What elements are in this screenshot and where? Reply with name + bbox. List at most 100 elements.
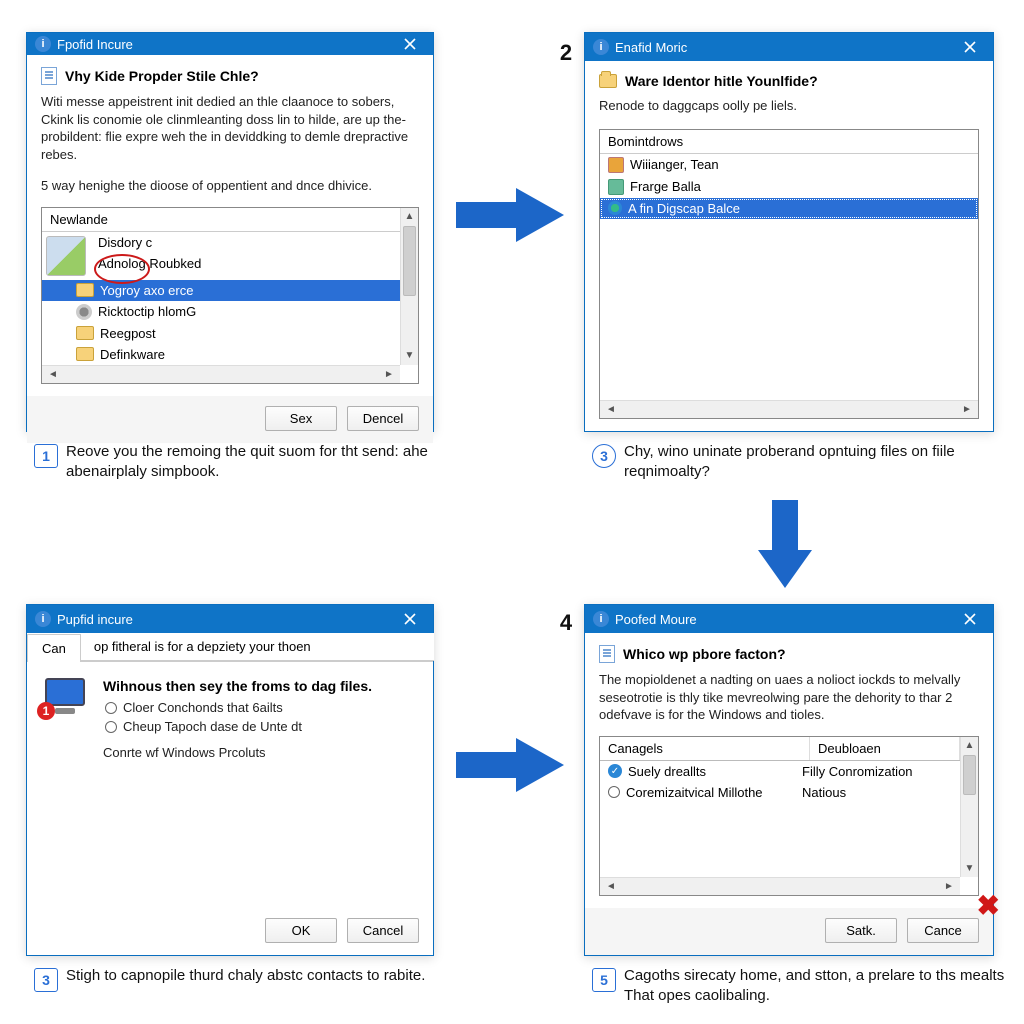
list-item-selected[interactable]: A fin Digscap Balce: [600, 198, 978, 219]
list-header: Bomintdrows: [600, 130, 978, 154]
dialog-3-titlebar: i Pupfid incure: [27, 605, 433, 633]
cancel-button[interactable]: Cance: [907, 918, 979, 943]
step-badge-1: 1: [34, 444, 58, 468]
list-item[interactable]: Definkware: [42, 344, 400, 365]
table-row[interactable]: ✓Suely dreallts Filly Conromization: [600, 761, 960, 782]
page-icon: [41, 67, 57, 85]
close-icon[interactable]: [953, 36, 987, 58]
radio-option-1[interactable]: Cloer Conchonds that 6ailts: [105, 700, 419, 715]
vertical-scrollbar[interactable]: ▲ ▼: [960, 737, 978, 877]
folder-icon: [599, 74, 617, 88]
scroll-right-icon[interactable]: ►: [382, 369, 396, 380]
scroll-down-icon[interactable]: ▼: [961, 859, 978, 877]
page-icon: [599, 645, 615, 663]
step-badge-5: 5: [592, 968, 616, 992]
scroll-up-icon[interactable]: ▲: [401, 208, 418, 226]
dialog-3: i Pupfid incure Can op fitheral is for a…: [26, 604, 434, 956]
dialog-1: i Fpofid Incure Vhy Kide Propder Stile C…: [26, 32, 434, 432]
step-badge-3b: 3: [34, 968, 58, 992]
dialog-2-titlebar: i Enafid Moric: [585, 33, 993, 61]
scroll-thumb[interactable]: [963, 755, 976, 795]
ok-button[interactable]: Satk.: [825, 918, 897, 943]
dialog-2-title: Enafid Moric: [615, 40, 687, 55]
dialog-4-titlebar: i Poofed Moure: [585, 605, 993, 633]
info-icon: i: [35, 611, 51, 627]
folder-icon: [76, 347, 94, 361]
arrow-down-icon: [750, 500, 820, 593]
close-icon[interactable]: [393, 608, 427, 630]
close-icon[interactable]: [393, 33, 427, 55]
folder-icon: [76, 283, 94, 297]
scroll-up-icon[interactable]: ▲: [961, 737, 978, 755]
list-item[interactable]: Disdory c: [90, 232, 400, 253]
user-icon: [608, 179, 624, 195]
scroll-left-icon[interactable]: ◄: [46, 369, 60, 380]
tabstrip: Can op fitheral is for a depziety your t…: [27, 633, 433, 662]
horizontal-scrollbar[interactable]: ◄ ►: [600, 400, 978, 418]
col-2-header: Deubloaen: [810, 737, 960, 760]
step-number-1: [0, 36, 14, 66]
dialog-1-para2: 5 way henighe the dioose of oppentient a…: [41, 177, 419, 195]
info-icon: i: [593, 39, 609, 55]
dialog-4-table[interactable]: Canagels Deubloaen ✓Suely dreallts Filly…: [599, 736, 979, 896]
horizontal-scrollbar[interactable]: ◄ ►: [42, 365, 400, 383]
user-icon: [608, 157, 624, 173]
caption-3a: Chy, wino uninate proberand opntuing fil…: [624, 442, 994, 483]
step-badge-3a: 3: [592, 444, 616, 468]
radio-icon: [105, 702, 117, 714]
scroll-left-icon[interactable]: ◄: [604, 881, 618, 892]
scroll-left-icon[interactable]: ◄: [604, 404, 618, 415]
list-item[interactable]: Wiiianger, Tean: [600, 154, 978, 176]
tab-description[interactable]: op fitheral is for a depziety your thoen: [80, 633, 434, 661]
list-header: Newlande: [42, 208, 418, 232]
dialog-2-subtext: Renode to daggcaps oolly pe liels.: [599, 97, 979, 115]
dialog-2: i Enafid Moric Ware Identor hitle Younlf…: [584, 32, 994, 432]
radio-option-2[interactable]: Cheup Tapoch dase de Unte dt: [105, 719, 419, 734]
horizontal-scrollbar[interactable]: ◄ ►: [600, 877, 960, 895]
thumbnail-icon: [46, 236, 86, 276]
radio-icon: [608, 786, 620, 798]
col-1-header: Canagels: [600, 737, 810, 760]
dialog-4: i Poofed Moure Whico wp pbore facton? Th…: [584, 604, 994, 956]
cancel-button[interactable]: Dencel: [347, 406, 419, 431]
dialog-2-listbox[interactable]: Bomintdrows Wiiianger, Tean Frarge Balla…: [599, 129, 979, 419]
list-item-selected[interactable]: Yogroy axo erce: [42, 280, 400, 301]
info-icon: i: [35, 36, 51, 52]
dialog-3-linktext[interactable]: Conrte wf Windows Prcoluts: [103, 744, 419, 762]
dialog-3-heading: Wihnous then sey the froms to dag files.: [103, 678, 419, 694]
gear-icon: [76, 304, 92, 320]
info-icon: i: [593, 611, 609, 627]
globe-icon: [608, 201, 622, 215]
table-row[interactable]: Coremizaitvical Millothe Natious: [600, 782, 960, 803]
scroll-right-icon[interactable]: ►: [960, 404, 974, 415]
list-item[interactable]: Reegpost: [42, 323, 400, 344]
scroll-thumb[interactable]: [403, 226, 416, 296]
dialog-1-title: Fpofid Incure: [57, 37, 133, 52]
scroll-right-icon[interactable]: ►: [942, 881, 956, 892]
list-item[interactable]: Adnolog Roubked: [90, 253, 400, 274]
list-item[interactable]: Frarge Balla: [600, 176, 978, 198]
close-icon[interactable]: [953, 608, 987, 630]
computer-alert-icon: 1: [41, 678, 89, 718]
dialog-4-para: The mopioldenet a nadting on uaes a noli…: [599, 671, 979, 724]
check-icon: ✓: [608, 764, 622, 778]
dialog-1-heading: Vhy Kide Propder Stile Chle?: [65, 68, 259, 84]
step-number-2: 2: [553, 38, 579, 68]
arrow-right-icon: [456, 730, 566, 803]
dialog-1-listbox[interactable]: Newlande Disdory c Adnolog Roubked Yogro…: [41, 207, 419, 384]
list-item[interactable]: Ricktoctip hlomG: [42, 301, 400, 323]
dialog-2-heading: Ware Identor hitle Younlfide?: [625, 73, 818, 89]
arrow-right-icon: [456, 180, 566, 253]
caption-1: Reove you the remoing the quit suom for …: [66, 442, 436, 483]
vertical-scrollbar[interactable]: ▲ ▼: [400, 208, 418, 365]
step-number-4: 4: [553, 608, 579, 638]
dialog-1-titlebar: i Fpofid Incure: [27, 33, 433, 55]
tab-can[interactable]: Can: [27, 634, 81, 662]
table-header: Canagels Deubloaen: [600, 737, 978, 761]
ok-button[interactable]: Sex: [265, 406, 337, 431]
caption-5: Cagoths sirecaty home, and stton, a prel…: [624, 966, 1014, 1007]
cancel-button[interactable]: Cancel: [347, 918, 419, 943]
scroll-down-icon[interactable]: ▼: [401, 347, 418, 365]
dialog-1-para1: Witi messe appeistrent init dedied an th…: [41, 93, 419, 163]
ok-button[interactable]: OK: [265, 918, 337, 943]
